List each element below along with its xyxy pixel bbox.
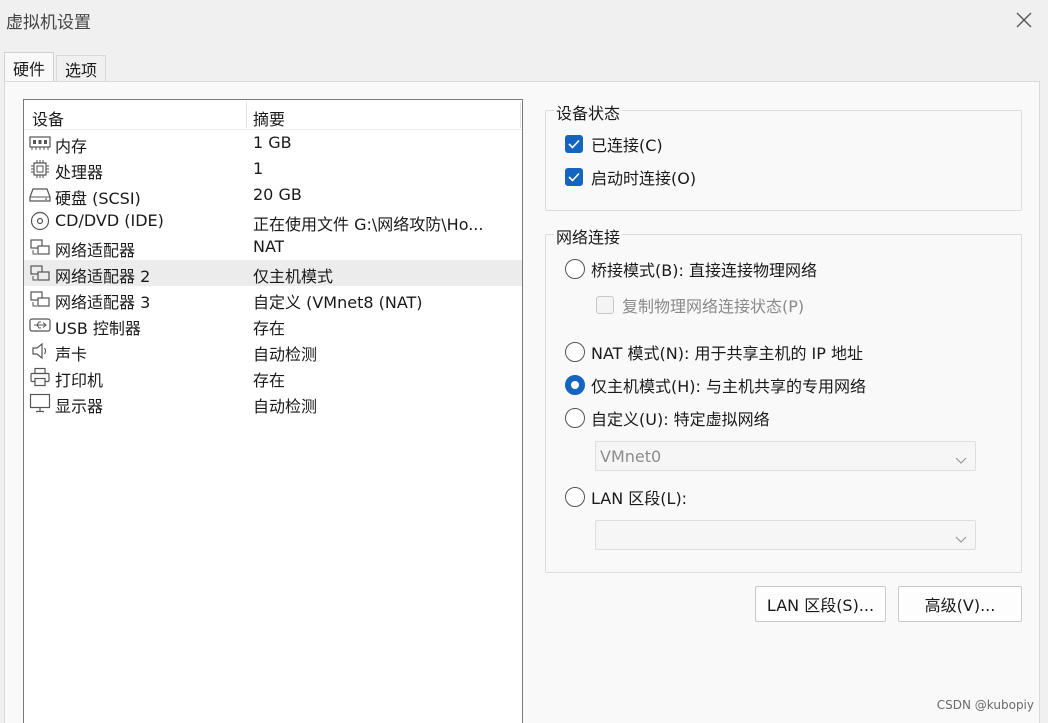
printer-icon — [29, 367, 51, 387]
device-name: 显示器 — [55, 397, 104, 416]
close-icon[interactable] — [1010, 6, 1038, 34]
host-only-mode-label: 仅主机模式(H): 与主机共享的专用网络 — [591, 377, 866, 396]
device-row-processor[interactable]: 处理器 1 — [24, 156, 522, 182]
custom-network-select-value: VMnet0 — [600, 447, 662, 466]
nat-mode-radio[interactable]: NAT 模式(N): 用于共享主机的 IP 地址 — [565, 340, 863, 364]
device-summary: 自动检测 — [253, 397, 318, 416]
bridged-mode-radio[interactable]: 桥接模式(B): 直接连接物理网络 — [565, 257, 817, 281]
device-status-group — [545, 110, 1022, 211]
device-row-network-adapter[interactable]: 网络适配器 NAT — [24, 234, 522, 260]
memory-icon — [29, 133, 51, 153]
tab-options[interactable]: 选项 — [56, 55, 107, 82]
lan-segment-label: LAN 区段(L): — [591, 489, 688, 508]
custom-network-label: 自定义(U): 特定虚拟网络 — [591, 410, 770, 429]
column-divider — [520, 102, 521, 128]
lan-segments-button[interactable]: LAN 区段(S)... — [755, 586, 886, 622]
device-summary: 自动检测 — [253, 345, 318, 364]
device-column-header[interactable]: 设备 — [32, 106, 64, 130]
title-bar: 虚拟机设置 — [0, 0, 1048, 40]
network-connection-title: 网络连接 — [554, 224, 623, 248]
host-only-mode-radio[interactable]: 仅主机模式(H): 与主机共享的专用网络 — [565, 373, 866, 397]
device-row-cd-dvd[interactable]: CD/DVD (IDE) 正在使用文件 G:\网络攻防\Ho... — [24, 208, 522, 234]
device-summary: 仅主机模式 — [253, 267, 334, 286]
usb-icon — [29, 315, 51, 335]
replicate-physical-state-checkbox[interactable]: 复制物理网络连接状态(P) — [596, 293, 804, 317]
device-summary: 1 GB — [253, 133, 292, 152]
network-adapter-icon — [29, 289, 51, 309]
device-row-memory[interactable]: 内存 1 GB — [24, 130, 522, 156]
device-summary: 自定义 (VMnet8 (NAT) — [253, 293, 423, 312]
tab-hardware[interactable]: 硬件 — [4, 52, 55, 83]
device-name: 打印机 — [55, 371, 104, 390]
device-row-network-adapter-3[interactable]: 网络适配器 3 自定义 (VMnet8 (NAT) — [24, 286, 522, 312]
watermark: CSDN @kubopiy — [936, 698, 1034, 712]
device-summary: 正在使用文件 G:\网络攻防\Ho... — [253, 215, 484, 234]
device-list[interactable]: 设备 摘要 内存 1 GB 处理器 1 硬盘 (SCSI) 20 GB CD/D… — [23, 99, 523, 723]
nat-mode-label: NAT 模式(N): 用于共享主机的 IP 地址 — [591, 344, 864, 363]
speaker-icon — [29, 341, 51, 361]
cd-dvd-icon — [29, 211, 51, 231]
device-name: USB 控制器 — [55, 319, 141, 338]
device-list-header: 设备 摘要 — [24, 100, 522, 130]
custom-network-radio[interactable]: 自定义(U): 特定虚拟网络 — [565, 406, 770, 430]
connected-label: 已连接(C) — [591, 136, 663, 155]
network-adapter-icon — [29, 263, 51, 283]
device-row-sound-card[interactable]: 声卡 自动检测 — [24, 338, 522, 364]
replicate-physical-state-label: 复制物理网络连接状态(P) — [622, 297, 805, 316]
device-summary: 存在 — [253, 371, 286, 390]
advanced-button[interactable]: 高级(V)... — [898, 586, 1022, 622]
device-summary: 存在 — [253, 319, 286, 338]
device-summary: 1 — [253, 159, 264, 178]
radio-unselected-icon[interactable] — [565, 408, 585, 428]
chevron-down-icon — [955, 529, 967, 548]
custom-network-select[interactable]: VMnet0 — [595, 441, 976, 471]
radio-unselected-icon[interactable] — [565, 259, 585, 279]
checkbox-unchecked-icon[interactable] — [596, 296, 614, 314]
monitor-icon — [29, 393, 51, 413]
bridged-mode-label: 桥接模式(B): 直接连接物理网络 — [591, 261, 817, 280]
lan-segment-select[interactable] — [595, 520, 976, 550]
tab-strip: 硬件 选项 — [4, 52, 108, 83]
device-summary: 20 GB — [253, 185, 302, 204]
connected-checkbox[interactable]: 已连接(C) — [565, 133, 663, 155]
chevron-down-icon — [955, 450, 967, 469]
device-name: 网络适配器 3 — [55, 293, 151, 312]
window-title: 虚拟机设置 — [6, 13, 91, 33]
summary-column-header[interactable]: 摘要 — [253, 106, 285, 130]
device-name: 网络适配器 2 — [55, 267, 151, 286]
device-row-network-adapter-2[interactable]: 网络适配器 2 仅主机模式 — [24, 260, 522, 286]
device-row-display[interactable]: 显示器 自动检测 — [24, 390, 522, 416]
network-adapter-icon — [29, 237, 51, 257]
radio-selected-icon[interactable] — [565, 375, 585, 395]
lan-segment-radio[interactable]: LAN 区段(L): — [565, 485, 687, 509]
device-status-title: 设备状态 — [554, 100, 623, 124]
checkbox-checked-icon[interactable] — [565, 168, 583, 186]
connect-at-power-on-checkbox[interactable]: 启动时连接(O) — [565, 166, 696, 188]
device-row-usb-controller[interactable]: USB 控制器 存在 — [24, 312, 522, 338]
device-row-harddisk[interactable]: 硬盘 (SCSI) 20 GB — [24, 182, 522, 208]
device-name: 处理器 — [55, 163, 104, 182]
connect-at-power-on-label: 启动时连接(O) — [591, 169, 697, 188]
device-name: 硬盘 (SCSI) — [55, 189, 141, 208]
harddisk-icon — [29, 185, 51, 205]
device-name: 声卡 — [55, 345, 88, 364]
column-divider[interactable] — [246, 102, 247, 128]
radio-unselected-icon[interactable] — [565, 487, 585, 507]
cpu-icon — [29, 159, 51, 179]
device-name: 内存 — [55, 137, 88, 156]
device-name: 网络适配器 — [55, 241, 136, 260]
checkbox-checked-icon[interactable] — [565, 135, 583, 153]
device-row-printer[interactable]: 打印机 存在 — [24, 364, 522, 390]
radio-unselected-icon[interactable] — [565, 342, 585, 362]
device-summary: NAT — [253, 237, 285, 256]
device-name: CD/DVD (IDE) — [55, 211, 164, 230]
